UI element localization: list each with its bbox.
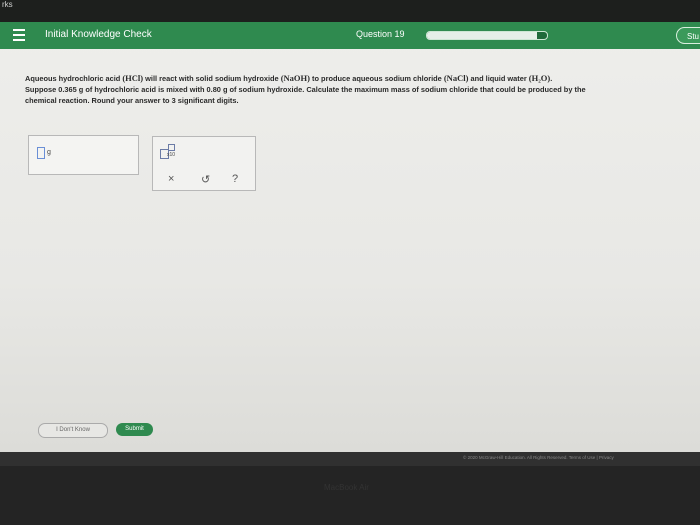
- study-button[interactable]: Stu: [676, 27, 700, 44]
- question-text: Aqueous hydrochloric acid (HCl) will rea…: [25, 73, 690, 106]
- unit-label: g: [47, 149, 51, 156]
- input-cursor-box: [37, 147, 45, 159]
- header-bar: Initial Knowledge Check Question 19 Stu: [0, 22, 700, 49]
- device-label: MacBook Air: [324, 483, 369, 492]
- footer-bar: © 2020 McGraw-Hill Education. All Rights…: [0, 452, 700, 466]
- clear-icon[interactable]: ×: [168, 173, 174, 185]
- footer-text: © 2020 McGraw-Hill Education. All Rights…: [463, 455, 614, 460]
- question-line-1: Aqueous hydrochloric acid (HCl) will rea…: [25, 73, 553, 83]
- menu-icon[interactable]: [13, 28, 25, 42]
- question-number: Question 19: [356, 29, 405, 39]
- undo-icon[interactable]: ↺: [201, 173, 210, 186]
- submit-button[interactable]: Submit: [116, 423, 153, 436]
- help-icon[interactable]: ?: [232, 173, 238, 185]
- math-toolbar: x10 × ↺ ?: [152, 136, 256, 191]
- dont-know-button[interactable]: I Don't Know: [38, 423, 108, 438]
- bottom-bezel: MacBook Air: [0, 466, 700, 525]
- question-line-2: Suppose 0.365 g of hydrochloric acid is …: [25, 85, 586, 94]
- question-line-3: chemical reaction. Round your answer to …: [25, 96, 239, 105]
- progress-fill: [427, 32, 538, 39]
- progress-bar: [426, 31, 548, 40]
- answer-input[interactable]: g: [28, 135, 139, 175]
- screen: Initial Knowledge Check Question 19 Stu …: [0, 22, 700, 466]
- page-title: Initial Knowledge Check: [45, 29, 152, 40]
- top-bezel: rks: [0, 0, 700, 22]
- bezel-mark: rks: [2, 0, 13, 9]
